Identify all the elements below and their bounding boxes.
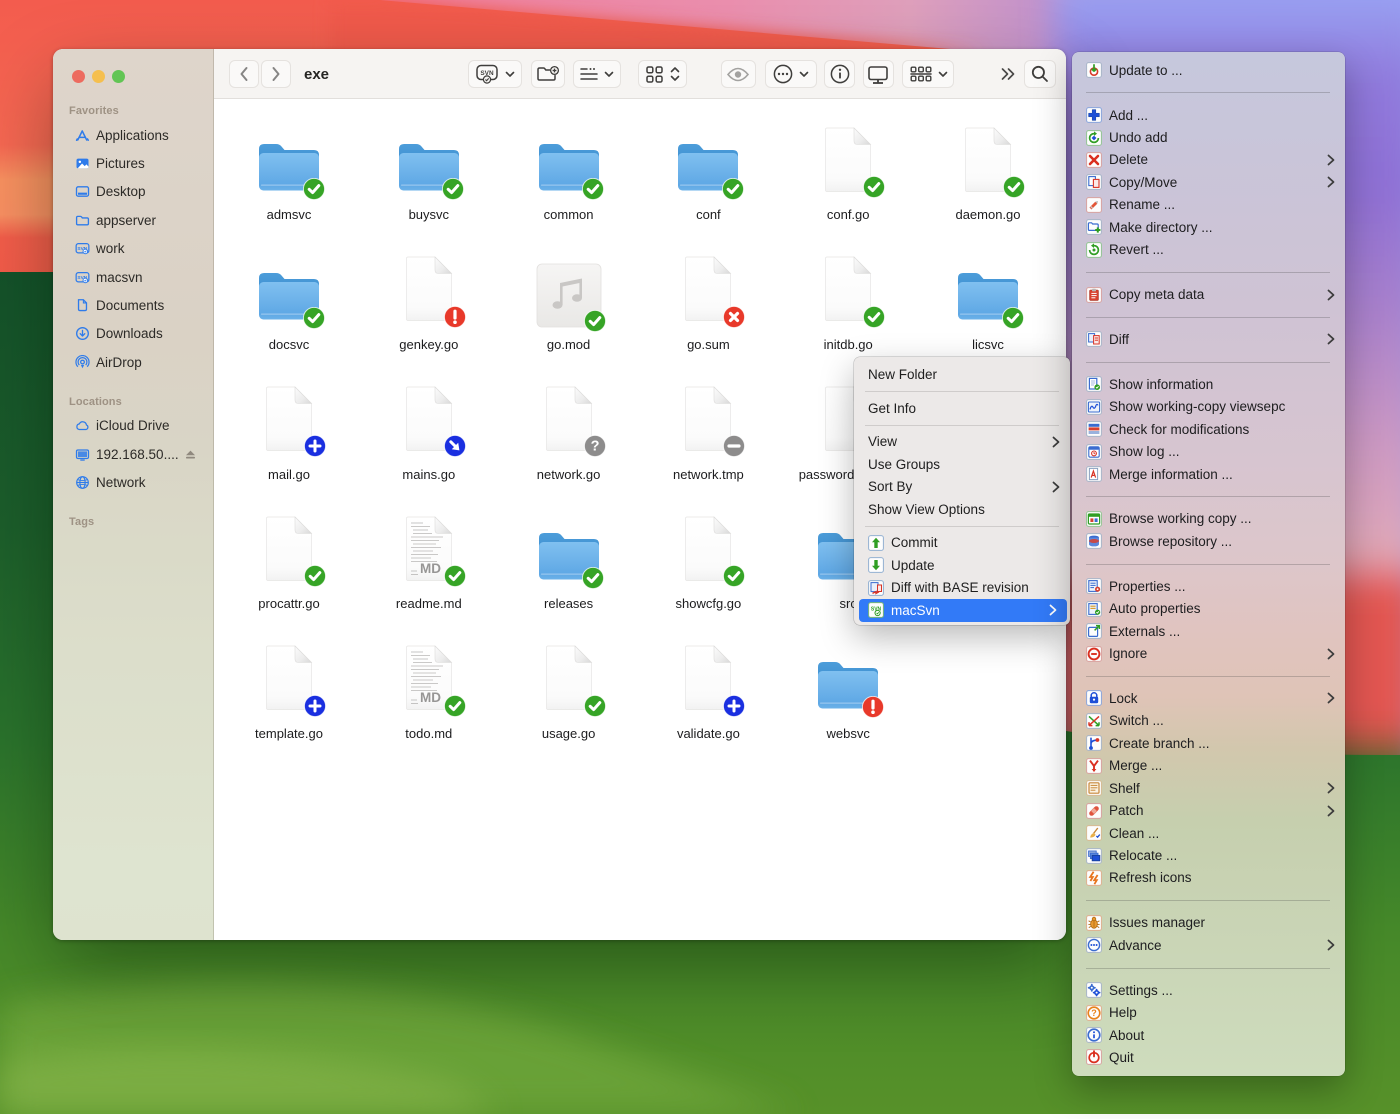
svg-text:?: ?: [1091, 1008, 1097, 1018]
svg-text:?: ?: [590, 439, 599, 455]
